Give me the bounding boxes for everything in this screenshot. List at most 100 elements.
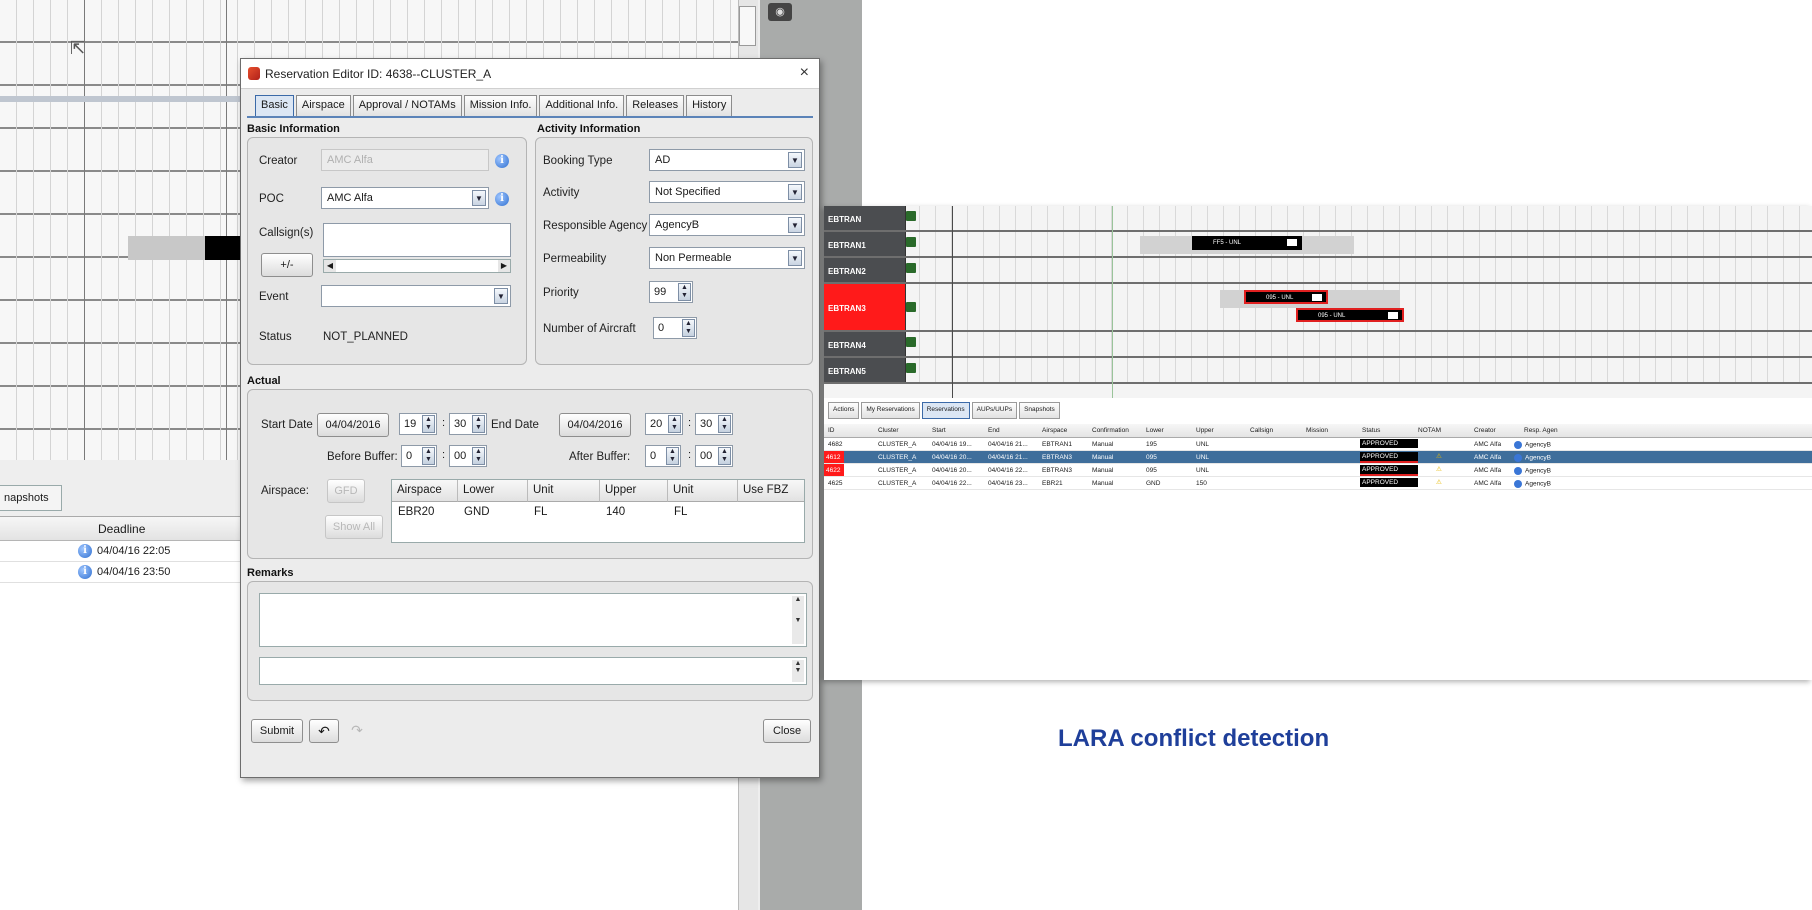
remarks-secondary-textarea[interactable]: ▲ ▼ <box>259 657 807 685</box>
stepper-arrows-icon[interactable]: ▲ ▼ <box>718 415 731 433</box>
column-header-use-fbz[interactable]: Use FBZ <box>738 480 804 502</box>
unit-cell[interactable]: FL <box>534 506 547 518</box>
undo-icon[interactable]: ↶ <box>309 719 339 743</box>
start-date-picker[interactable]: 04/04/2016 <box>317 413 389 437</box>
after-buffer-minute-stepper[interactable]: 00 ▲ ▼ <box>695 445 733 467</box>
tab-basic[interactable]: Basic <box>255 95 294 117</box>
column-header-airspace[interactable]: Airspace <box>1042 427 1067 434</box>
timeline-row[interactable]: EBTRAN <box>824 206 1812 232</box>
camera-icon[interactable]: ◉ <box>768 3 792 21</box>
column-header-cluster[interactable]: Cluster <box>878 427 899 434</box>
permeability-select[interactable]: Non Permeable ▼ <box>649 247 805 269</box>
priority-stepper[interactable]: 99 ▲ ▼ <box>649 281 693 303</box>
column-header-id[interactable]: ID <box>828 427 835 434</box>
dialog-titlebar[interactable]: Reservation Editor ID: 4638--CLUSTER_A × <box>241 59 819 89</box>
table-row[interactable]: 4622 CLUSTER_A 04/04/16 20... 04/04/16 2… <box>824 464 1812 477</box>
reservation-block[interactable] <box>128 236 208 260</box>
redo-icon[interactable]: ↷ <box>343 719 371 743</box>
column-header-upper[interactable]: Upper <box>1196 427 1214 434</box>
show-all-button[interactable]: Show All <box>325 515 383 539</box>
before-buffer-minute-stepper[interactable]: 00 ▲ ▼ <box>449 445 487 467</box>
tab-history[interactable]: History <box>686 95 733 117</box>
vertical-scrollbar[interactable]: ▲ ▼ <box>792 596 804 644</box>
end-hour-stepper[interactable]: 20 ▲ ▼ <box>645 413 683 435</box>
column-header-deadline[interactable]: Deadline <box>98 522 145 536</box>
reservation-bar-conflict[interactable]: 095 - UNL <box>1296 308 1404 322</box>
timeline-row[interactable]: EBTRAN2 <box>824 258 1812 284</box>
tab-airspace[interactable]: Airspace <box>295 95 351 117</box>
chevron-down-icon[interactable]: ▼ <box>788 184 802 200</box>
chevron-left-icon[interactable]: ◀ <box>324 260 336 272</box>
chevron-down-icon[interactable]: ▼ <box>494 288 508 304</box>
before-buffer-hour-stepper[interactable]: 0 ▲ ▼ <box>401 445 437 467</box>
airspace-cell[interactable]: EBR20 <box>398 506 434 518</box>
chevron-down-icon[interactable]: ▼ <box>788 250 802 266</box>
column-header-unit[interactable]: Unit <box>668 480 738 502</box>
callsigns-list[interactable] <box>323 223 511 257</box>
stepper-arrows-icon[interactable]: ▲ ▼ <box>422 447 435 465</box>
tab-reservations[interactable]: Reservations <box>921 402 970 419</box>
info-icon[interactable]: i <box>495 154 509 168</box>
column-header-airspace[interactable]: Airspace <box>392 480 458 502</box>
vertical-scrollbar[interactable]: ▲ ▼ <box>792 660 804 682</box>
tab-additional-info[interactable]: Additional Info. <box>539 95 625 117</box>
end-minute-stepper[interactable]: 30 ▲ ▼ <box>695 413 733 435</box>
after-buffer-hour-stepper[interactable]: 0 ▲ ▼ <box>645 445 681 467</box>
column-header-unit[interactable]: Unit <box>528 480 600 502</box>
stepper-arrows-icon[interactable]: ▲ ▼ <box>682 319 695 337</box>
tab-actions[interactable]: Actions <box>828 402 860 419</box>
tab-approval-notams[interactable]: Approval / NOTAMs <box>352 95 462 117</box>
tab-snapshots[interactable]: Snapshots <box>1019 402 1060 419</box>
start-minute-stepper[interactable]: 30 ▲ ▼ <box>449 413 487 435</box>
remarks-textarea[interactable]: ▲ ▼ <box>259 593 807 647</box>
upper-cell[interactable]: 140 <box>606 506 625 518</box>
number-of-aircraft-stepper[interactable]: 0 ▲ ▼ <box>653 317 697 339</box>
start-hour-stepper[interactable]: 19 ▲ ▼ <box>399 413 437 435</box>
stepper-arrows-icon[interactable]: ▲ ▼ <box>668 415 681 433</box>
column-header-confirmation[interactable]: Confirmation <box>1092 427 1129 434</box>
close-icon[interactable]: × <box>800 64 809 82</box>
column-header-mission[interactable]: Mission <box>1306 427 1328 434</box>
chevron-down-icon[interactable]: ▼ <box>788 217 802 233</box>
close-button[interactable]: Close <box>763 719 811 743</box>
chevron-down-icon[interactable]: ▼ <box>472 190 486 206</box>
stepper-arrows-icon[interactable]: ▲ ▼ <box>718 447 731 465</box>
activity-select[interactable]: Not Specified ▼ <box>649 181 805 203</box>
table-row[interactable]: 4625 CLUSTER_A 04/04/16 22... 04/04/16 2… <box>824 477 1812 490</box>
tab-mission-info[interactable]: Mission Info. <box>463 95 538 117</box>
tab-aups-uups[interactable]: AUPs/UUPs <box>971 402 1018 419</box>
chevron-right-icon[interactable]: ▶ <box>498 260 510 272</box>
lower-cell[interactable]: GND <box>464 506 490 518</box>
reservation-bar-conflict[interactable]: 095 - UNL <box>1244 290 1328 304</box>
timeline-row[interactable]: EBTRAN5 <box>824 358 1812 384</box>
responsible-agency-select[interactable]: AgencyB ▼ <box>649 214 805 236</box>
timeline-row[interactable]: EBTRAN4 <box>824 332 1812 358</box>
unit-cell[interactable]: FL <box>674 506 687 518</box>
gfd-button[interactable]: GFD <box>327 479 365 503</box>
table-row-selected[interactable]: 4612 CLUSTER_A 04/04/16 20... 04/04/16 2… <box>824 451 1812 464</box>
submit-button[interactable]: Submit <box>251 719 303 743</box>
end-date-picker[interactable]: 04/04/2016 <box>559 413 631 437</box>
column-header-start[interactable]: Start <box>932 427 946 434</box>
booking-type-select[interactable]: AD ▼ <box>649 149 805 171</box>
column-header-end[interactable]: End <box>988 427 1000 434</box>
stepper-arrows-icon[interactable]: ▲ ▼ <box>422 415 435 433</box>
column-header-notam[interactable]: NOTAM <box>1418 427 1441 434</box>
info-icon[interactable]: i <box>495 192 509 206</box>
scrollbar-thumb[interactable] <box>739 6 756 46</box>
table-row[interactable]: 4682 CLUSTER_A 04/04/16 19... 04/04/16 2… <box>824 438 1812 451</box>
stepper-arrows-icon[interactable]: ▲ ▼ <box>472 447 485 465</box>
reservation-bar[interactable]: FF5 - UNL <box>1192 236 1302 250</box>
column-header-creator[interactable]: Creator <box>1474 427 1496 434</box>
stepper-arrows-icon[interactable]: ▲ ▼ <box>666 447 679 465</box>
column-header-upper[interactable]: Upper <box>600 480 668 502</box>
add-remove-callsign-button[interactable]: +/- <box>261 253 313 277</box>
event-select[interactable]: ▼ <box>321 285 511 307</box>
tab-releases[interactable]: Releases <box>626 95 685 117</box>
column-header-lower[interactable]: Lower <box>458 480 528 502</box>
stepper-arrows-icon[interactable]: ▲ ▼ <box>678 283 691 301</box>
column-header-status[interactable]: Status <box>1362 427 1380 434</box>
tab-my-reservations[interactable]: My Reservations <box>861 402 920 419</box>
column-header-lower[interactable]: Lower <box>1146 427 1164 434</box>
horizontal-scrollbar[interactable]: ◀ ▶ <box>323 259 511 273</box>
